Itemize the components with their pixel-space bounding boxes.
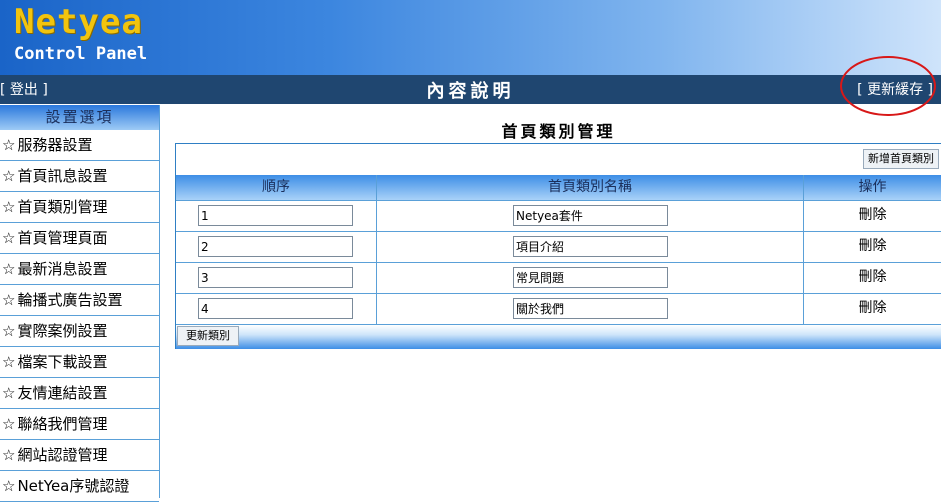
order-cell [176, 294, 377, 324]
category-panel: 新增首頁類別 順序 首頁類別名稱 操作 刪除 刪除 刪除 [175, 143, 941, 349]
sidebar-item-carousel-ads[interactable]: ☆ 輪播式廣告設置 [0, 285, 159, 316]
sidebar: 設置選項 ☆ 服務器設置 ☆ 首頁訊息設置 ☆ 首頁類別管理 ☆ 首頁管理頁面 ☆ 最新消… [0, 105, 160, 502]
update-category-button[interactable]: 更新類別 [177, 326, 239, 346]
column-header-name: 首頁類別名稱 [377, 175, 804, 200]
name-cell [377, 232, 804, 262]
column-header-order: 順序 [176, 175, 377, 200]
order-cell [176, 263, 377, 293]
toolbar: 新增首頁類別 [176, 144, 941, 175]
star-icon: ☆ [2, 322, 16, 340]
delete-link[interactable]: 刪除 [804, 232, 941, 262]
name-cell [377, 294, 804, 324]
order-input[interactable] [198, 236, 353, 257]
star-icon: ☆ [2, 291, 16, 309]
sidebar-item-news[interactable]: ☆ 最新消息設置 [0, 254, 159, 285]
table-row: 刪除 [176, 262, 941, 293]
name-cell [377, 201, 804, 231]
sidebar-item-certification[interactable]: ☆ 網站認證管理 [0, 440, 159, 471]
sidebar-item-label: 聯絡我們管理 [17, 415, 108, 433]
order-input[interactable] [198, 205, 353, 226]
refresh-cache-link[interactable]: [ 更新緩存 ] [857, 79, 933, 99]
table-header: 順序 首頁類別名稱 操作 [176, 175, 941, 200]
star-icon: ☆ [2, 198, 16, 216]
sidebar-item-label: 檔案下載設置 [17, 353, 108, 371]
sidebar-item-label: 服務器設置 [17, 136, 93, 154]
sidebar-item-home-category[interactable]: ☆ 首頁類別管理 [0, 192, 159, 223]
column-header-action: 操作 [858, 179, 887, 195]
page-title: 內容說明 [426, 81, 515, 102]
category-name-input[interactable] [513, 267, 668, 288]
nav-bar: [ 登出 ] 內容說明 [ 更新緩存 ] [0, 75, 941, 104]
sidebar-item-server-settings[interactable]: ☆ 服務器設置 [0, 130, 159, 161]
sidebar-item-label: NetYea序號認證 [17, 477, 130, 495]
sidebar-item-label: 首頁訊息設置 [17, 167, 108, 185]
sidebar-item-serial[interactable]: ☆ NetYea序號認證 [0, 471, 159, 502]
order-input[interactable] [198, 298, 353, 319]
logo-title: Netyea [14, 2, 143, 42]
sidebar-item-downloads[interactable]: ☆ 檔案下載設置 [0, 347, 159, 378]
category-name-input[interactable] [513, 298, 668, 319]
table-row: 刪除 [176, 200, 941, 231]
delete-link[interactable]: 刪除 [804, 294, 941, 324]
delete-link[interactable]: 刪除 [804, 263, 941, 293]
sidebar-item-label: 網站認證管理 [17, 446, 108, 464]
sidebar-item-home-pages[interactable]: ☆ 首頁管理頁面 [0, 223, 159, 254]
star-icon: ☆ [2, 384, 16, 402]
star-icon: ☆ [2, 136, 16, 154]
order-input[interactable] [198, 267, 353, 288]
category-name-input[interactable] [513, 205, 668, 226]
star-icon: ☆ [2, 229, 16, 247]
star-icon: ☆ [2, 446, 16, 464]
sidebar-item-label: 首頁類別管理 [17, 198, 108, 216]
sidebar-item-label: 實際案例設置 [17, 322, 108, 340]
sidebar-item-label: 首頁管理頁面 [17, 229, 108, 247]
sidebar-item-label: 輪播式廣告設置 [17, 291, 123, 309]
star-icon: ☆ [2, 477, 16, 495]
sidebar-item-links[interactable]: ☆ 友情連結設置 [0, 378, 159, 409]
sidebar-item-label: 友情連結設置 [17, 384, 108, 402]
star-icon: ☆ [2, 260, 16, 278]
order-cell [176, 232, 377, 262]
table-footer: 更新類別 [176, 324, 941, 349]
category-name-input[interactable] [513, 236, 668, 257]
sidebar-item-cases[interactable]: ☆ 實際案例設置 [0, 316, 159, 347]
table-row: 刪除 [176, 231, 941, 262]
star-icon: ☆ [2, 167, 16, 185]
section-title: 首頁類別管理 [501, 122, 616, 141]
delete-link[interactable]: 刪除 [804, 201, 941, 231]
star-icon: ☆ [2, 353, 16, 371]
add-category-button[interactable]: 新增首頁類別 [863, 149, 939, 169]
order-cell [176, 201, 377, 231]
header-banner: Netyea Control Panel [0, 0, 941, 75]
sidebar-item-contact[interactable]: ☆ 聯絡我們管理 [0, 409, 159, 440]
table-row: 刪除 [176, 293, 941, 324]
sidebar-item-home-info[interactable]: ☆ 首頁訊息設置 [0, 161, 159, 192]
sidebar-item-label: 最新消息設置 [17, 260, 108, 278]
star-icon: ☆ [2, 415, 16, 433]
logo-subtitle: Control Panel [14, 44, 148, 64]
sidebar-header: 設置選項 [0, 105, 159, 130]
name-cell [377, 263, 804, 293]
